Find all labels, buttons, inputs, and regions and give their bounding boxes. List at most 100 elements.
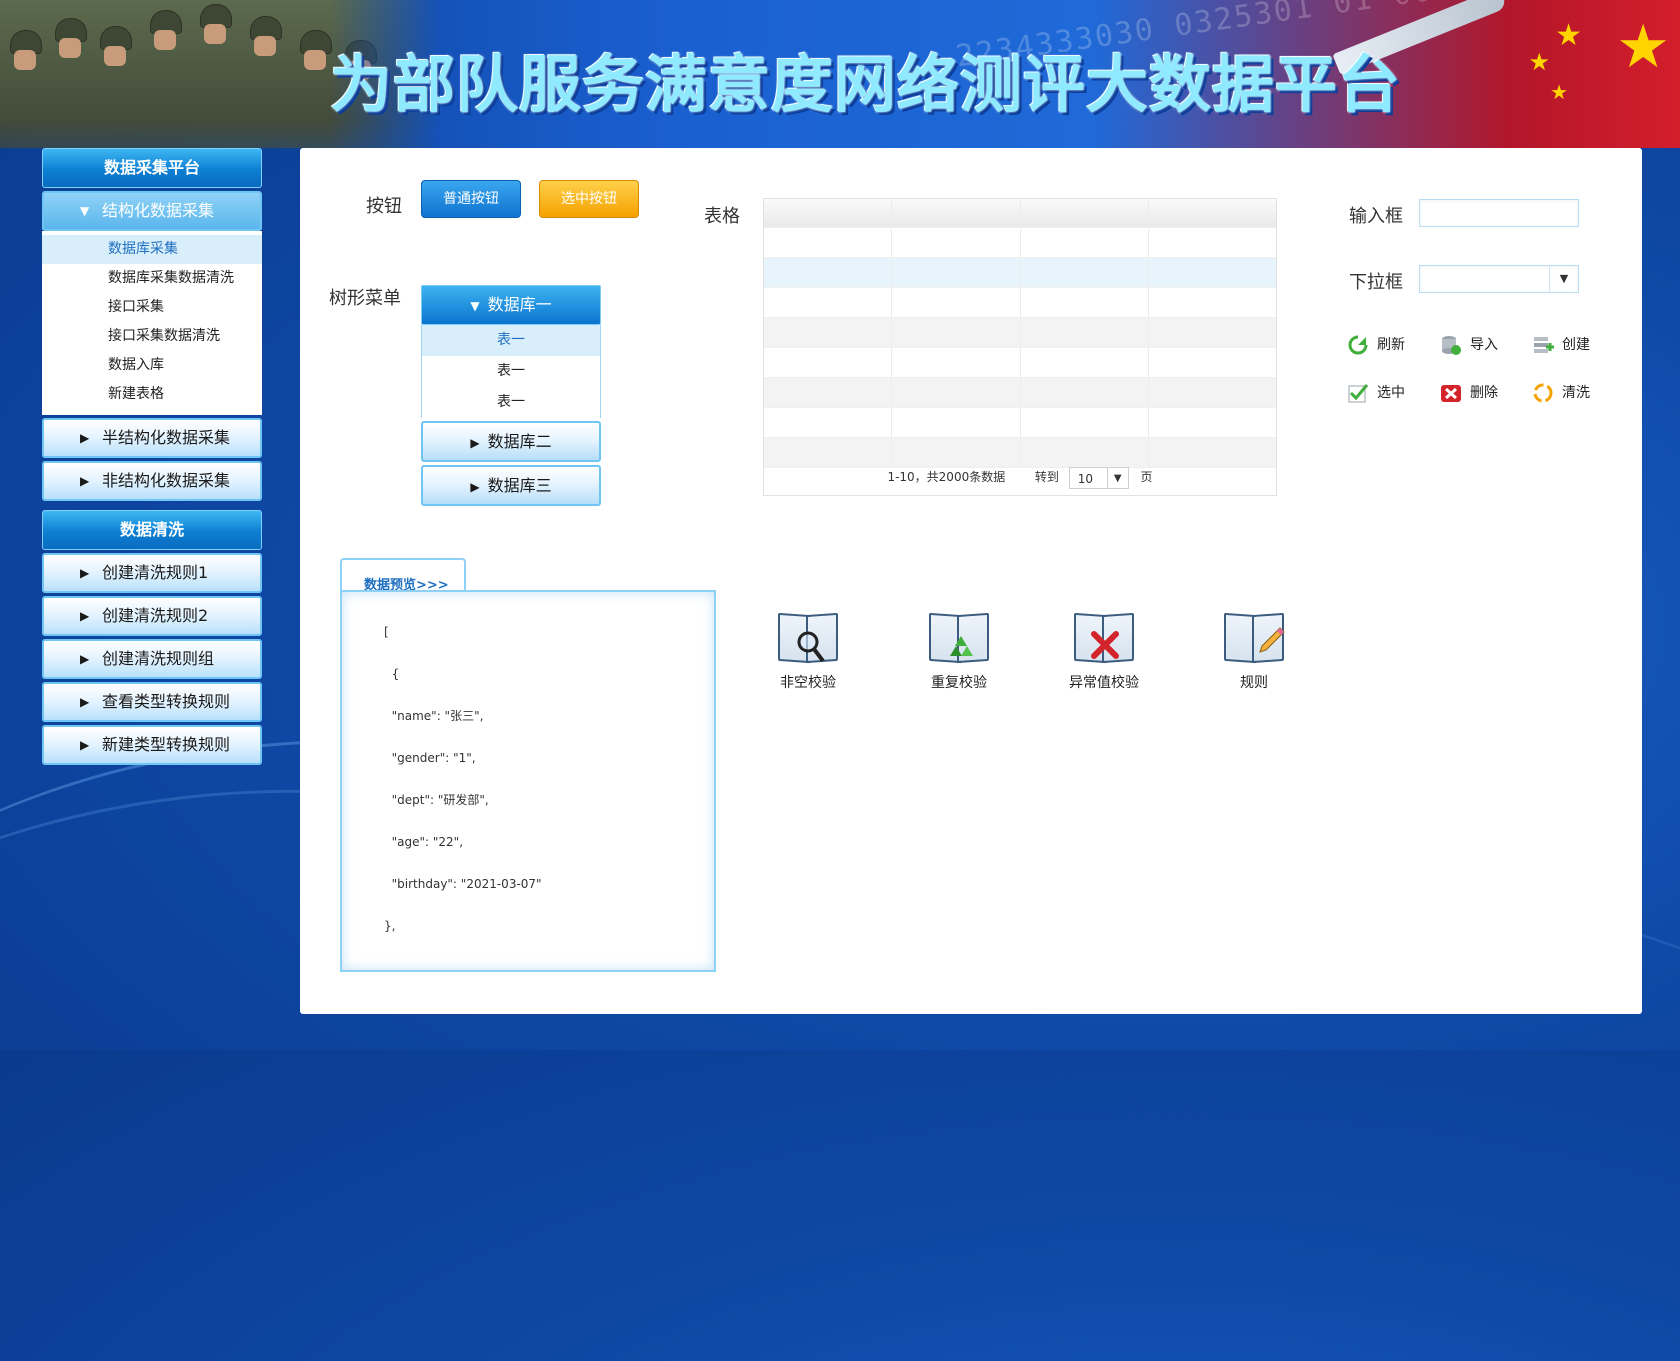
code-line: [ (384, 625, 389, 639)
rules-check[interactable]: 规则 (1209, 610, 1299, 692)
sidebar-item-database-clean[interactable]: 数据库采集数据清洗 (42, 264, 262, 293)
not-null-check[interactable]: 非空校验 (763, 610, 853, 692)
create-button[interactable]: 创建 (1532, 334, 1590, 356)
page-select-value: 10 (1077, 471, 1093, 486)
star-icon: ★ (1550, 80, 1568, 104)
table-row[interactable] (764, 348, 1276, 378)
normal-button[interactable]: 普通按钮 (421, 180, 521, 218)
sidebar-item-database-collect[interactable]: 数据库采集 (42, 235, 262, 264)
import-button[interactable]: 导入 (1440, 334, 1498, 356)
triangle-right-icon: ▶ (80, 738, 90, 752)
table-header-row (764, 199, 1276, 228)
table-row[interactable] (764, 288, 1276, 318)
sidebar-panel-title: 数据清洗 (42, 510, 262, 550)
refresh-button[interactable]: 刷新 (1347, 334, 1405, 356)
pager-summary: 1-10，共2000条数据 (887, 470, 1006, 484)
table-section-label: 表格 (704, 206, 740, 227)
star-icon: ★ (1528, 48, 1550, 76)
sidebar-item-data-import[interactable]: 数据入库 (42, 351, 262, 380)
tree-section-label: 树形菜单 (329, 288, 401, 309)
triangle-right-icon: ▶ (80, 566, 90, 580)
sidebar-group-label: 创建清洗规则组 (102, 649, 215, 668)
page-title: 为部队服务满意度网络测评大数据平台 (330, 48, 1402, 121)
triangle-right-icon: ▶ (470, 436, 480, 450)
sidebar-group-label: 查看类型转换规则 (102, 692, 231, 711)
clean-button[interactable]: 清洗 (1532, 382, 1590, 404)
sidebar-group-structured[interactable]: ▼ 结构化数据采集 (42, 191, 262, 231)
tool-label: 选中 (1377, 385, 1405, 401)
table-row[interactable] (764, 378, 1276, 408)
triangle-right-icon: ▶ (80, 695, 90, 709)
pencil-icon (1222, 610, 1286, 664)
table-row[interactable] (764, 228, 1276, 258)
sidebar-item-api-collect[interactable]: 接口采集 (42, 293, 262, 322)
tool-label: 删除 (1470, 385, 1498, 401)
sidebar-group-rule2[interactable]: ▶ 创建清洗规则2 (42, 596, 262, 636)
tree-item-table[interactable]: 表一 (422, 325, 600, 356)
tree-item-table[interactable]: 表一 (422, 356, 600, 387)
check-label: 规则 (1240, 675, 1268, 691)
magnifier-icon (776, 610, 840, 664)
tree-children: 表一 表一 表一 (421, 325, 601, 418)
delete-icon (1440, 382, 1462, 404)
table-row[interactable] (764, 318, 1276, 348)
sidebar-sublist: 数据库采集 数据库采集数据清洗 接口采集 接口采集数据清洗 数据入库 新建表格 (42, 231, 262, 415)
select-section-label: 下拉框 (1349, 272, 1403, 293)
triangle-right-icon: ▶ (80, 474, 90, 488)
main-content: 按钮 普通按钮 选中按钮 树形菜单 ▼ 数据库一 表一 表一 表一 ▶ 数据库二 ▶… (300, 148, 1642, 1014)
sidebar-group-label: 结构化数据采集 (102, 201, 215, 220)
sidebar-panel-title: 数据采集平台 (42, 148, 262, 188)
sidebar-group-label: 半结构化数据采集 (102, 428, 231, 447)
create-icon (1532, 334, 1554, 356)
select-action-button[interactable]: 选中 (1347, 382, 1405, 404)
tree-node-label: 数据库一 (487, 295, 552, 314)
tree-node-db2[interactable]: ▶ 数据库二 (421, 421, 601, 462)
tool-label: 清洗 (1562, 385, 1590, 401)
code-line: "gender": "1", (384, 751, 476, 765)
sidebar-item-api-clean[interactable]: 接口采集数据清洗 (42, 322, 262, 351)
sidebar-group-rule-group[interactable]: ▶ 创建清洗规则组 (42, 639, 262, 679)
sidebar-group-unstructured[interactable]: ▶ 非结构化数据采集 (42, 461, 262, 501)
code-line: "dept": "研发部", (384, 793, 489, 807)
preview-tab[interactable]: 数据预览>>> (340, 558, 466, 593)
preview-code: [ { "name": "张三", "gender": "1", "dept":… (384, 622, 542, 958)
sidebar-group-label: 创建清洗规则1 (102, 563, 209, 582)
select-dropdown[interactable]: ▼ (1419, 265, 1579, 293)
sidebar-group-new-type-rule[interactable]: ▶ 新建类型转换规则 (42, 725, 262, 765)
code-line: "birthday": "2021-03-07" (384, 877, 542, 891)
tool-label: 刷新 (1377, 337, 1405, 353)
recycle-icon (927, 610, 991, 664)
outlier-check[interactable]: 异常值校验 (1059, 610, 1149, 692)
header-banner: 2234333030 0325301 01 00123 ★ ★ ★ ★ 为部队服… (0, 0, 1680, 148)
tree-node-db1[interactable]: ▼ 数据库一 (421, 285, 601, 325)
text-input[interactable] (1419, 199, 1579, 227)
sidebar-item-new-table[interactable]: 新建表格 (42, 380, 262, 409)
selected-button[interactable]: 选中按钮 (539, 180, 639, 218)
checked-icon (1347, 382, 1369, 404)
triangle-down-icon: ▼ (80, 204, 90, 218)
triangle-right-icon: ▶ (80, 609, 90, 623)
cross-icon (1072, 610, 1136, 664)
duplicate-check[interactable]: 重复校验 (914, 610, 1004, 692)
tree-item-table[interactable]: 表一 (422, 387, 600, 418)
check-label: 重复校验 (931, 675, 987, 691)
triangle-right-icon: ▶ (470, 480, 480, 494)
code-line: }, (384, 919, 396, 933)
star-icon: ★ (1555, 18, 1582, 53)
sidebar-group-label: 创建清洗规则2 (102, 606, 209, 625)
sidebar-panel-cleaning: 数据清洗 ▶ 创建清洗规则1 ▶ 创建清洗规则2 ▶ 创建清洗规则组 ▶ 查看类… (42, 510, 262, 765)
triangle-down-icon: ▼ (470, 299, 480, 313)
data-table: 1-10，共2000条数据 转到 10 ▼ 页 (763, 198, 1277, 496)
sidebar-group-view-type-rules[interactable]: ▶ 查看类型转换规则 (42, 682, 262, 722)
table-row[interactable] (764, 258, 1276, 288)
code-line: { (384, 667, 400, 681)
sidebar-group-semi-structured[interactable]: ▶ 半结构化数据采集 (42, 418, 262, 458)
sidebar-group-rule1[interactable]: ▶ 创建清洗规则1 (42, 553, 262, 593)
delete-button[interactable]: 删除 (1440, 382, 1498, 404)
page-select[interactable]: 10 ▼ (1068, 466, 1129, 489)
pager-page-suffix: 页 (1140, 470, 1153, 484)
pager-goto-label: 转到 (1034, 470, 1059, 484)
table-row[interactable] (764, 408, 1276, 438)
button-section-label: 按钮 (366, 196, 402, 217)
tree-node-db3[interactable]: ▶ 数据库三 (421, 465, 601, 506)
